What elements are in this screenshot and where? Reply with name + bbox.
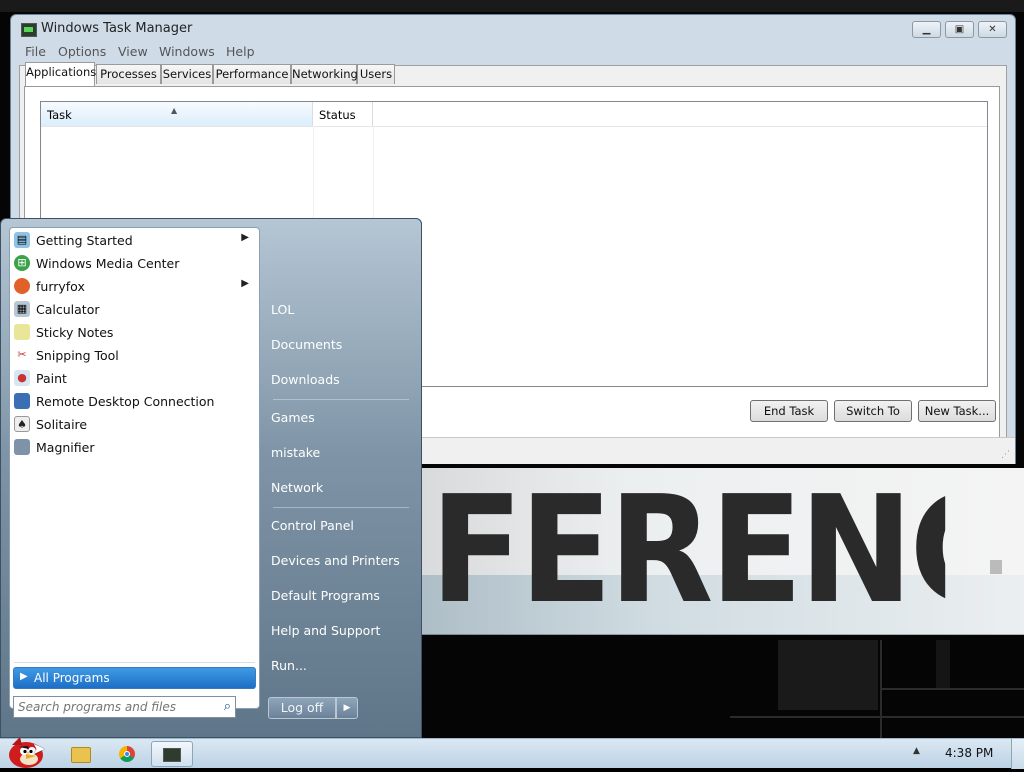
start-link-default-programs[interactable]: Default Programs	[271, 581, 411, 611]
paint-palette-icon: ●	[14, 370, 30, 386]
program-furryfox[interactable]: furryfox ▶	[10, 275, 259, 298]
media-center-icon: ⊞	[14, 255, 30, 271]
task-list-header: ▲ Task Status	[41, 102, 987, 127]
submenu-arrow-icon: ▶	[241, 278, 249, 289]
column-header-task[interactable]: ▲ Task	[41, 102, 313, 126]
program-paint[interactable]: ● Paint	[10, 367, 259, 390]
tab-networking[interactable]: Networking	[291, 64, 358, 84]
tab-users[interactable]: Users	[357, 64, 395, 84]
divider	[14, 662, 255, 663]
program-label: furryfox	[36, 279, 85, 294]
program-label: Magnifier	[36, 440, 95, 455]
submenu-arrow-icon: ▶	[241, 232, 249, 243]
start-menu-programs-pane: ▤ Getting Started ▶ ⊞ Windows Media Cent…	[9, 227, 260, 709]
taskbar: ▲ 4:38 PM	[0, 737, 1024, 769]
menu-bar: File Options View Windows Help	[11, 43, 1015, 63]
start-link-run[interactable]: Run...	[271, 651, 411, 681]
remote-desktop-icon	[14, 393, 30, 409]
log-off-button[interactable]: Log off	[268, 697, 336, 719]
start-menu: ▤ Getting Started ▶ ⊞ Windows Media Cent…	[0, 218, 422, 738]
mouse-cursor-icon: ➤	[32, 739, 46, 758]
resize-grip-icon[interactable]: ⋰	[1001, 450, 1011, 460]
start-link-documents[interactable]: Documents	[271, 330, 411, 360]
maximize-button[interactable]: ▣	[945, 21, 974, 38]
start-link-mistake[interactable]: mistake	[271, 438, 411, 468]
scissors-icon: ✂	[17, 348, 27, 361]
program-label: Getting Started	[36, 233, 133, 248]
column-header-task-label: Task	[47, 108, 72, 122]
all-programs-button[interactable]: ▶ All Programs	[13, 667, 256, 689]
window-title: Windows Task Manager	[41, 21, 193, 36]
program-snipping-tool[interactable]: ✂ Snipping Tool	[10, 344, 259, 367]
program-getting-started[interactable]: ▤ Getting Started ▶	[10, 229, 259, 252]
program-solitaire[interactable]: ♠ Solitaire	[10, 413, 259, 436]
divider	[273, 507, 409, 508]
start-link-downloads[interactable]: Downloads	[271, 365, 411, 395]
divider	[273, 399, 409, 400]
program-calculator[interactable]: ▦ Calculator	[10, 298, 259, 321]
sticky-notes-icon	[14, 324, 30, 340]
menu-help[interactable]: Help	[226, 44, 255, 59]
firefox-icon	[14, 278, 30, 294]
show-hidden-icons-icon[interactable]: ▲	[913, 746, 920, 756]
search-box[interactable]: ⌕	[13, 696, 236, 718]
task-manager-titlebar[interactable]: Windows Task Manager ▁ ▣ ✕	[11, 15, 1015, 43]
column-header-status-label: Status	[319, 108, 356, 122]
magnifier-icon	[14, 439, 30, 455]
program-label: Remote Desktop Connection	[36, 394, 215, 409]
column-header-status[interactable]: Status	[313, 102, 373, 126]
minimize-button[interactable]: ▁	[912, 21, 941, 38]
program-label: Calculator	[36, 302, 100, 317]
taskbar-task-manager-button[interactable]	[151, 741, 193, 767]
taskbar-chrome-button[interactable]	[106, 741, 148, 767]
tab-applications[interactable]: Applications	[25, 62, 96, 86]
tab-services[interactable]: Services	[161, 64, 213, 84]
start-link-lol[interactable]: LOL	[271, 295, 411, 325]
menu-options[interactable]: Options	[58, 44, 106, 59]
tab-processes[interactable]: Processes	[96, 64, 161, 84]
program-remote-desktop[interactable]: Remote Desktop Connection	[10, 390, 259, 413]
program-sticky-notes[interactable]: Sticky Notes	[10, 321, 259, 344]
start-link-help-support[interactable]: Help and Support	[271, 616, 411, 646]
show-desktop-button[interactable]	[1011, 739, 1024, 769]
start-link-devices-printers[interactable]: Devices and Printers	[271, 546, 411, 576]
new-task-button[interactable]: New Task...	[918, 400, 996, 422]
start-link-control-panel[interactable]: Control Panel	[271, 511, 411, 541]
search-icon[interactable]: ⌕	[224, 699, 231, 714]
start-link-network[interactable]: Network	[271, 473, 411, 503]
program-label: Paint	[36, 371, 67, 386]
shutdown-options-arrow-icon[interactable]: ▶	[336, 697, 358, 719]
close-button[interactable]: ✕	[978, 21, 1007, 38]
explorer-folder-icon	[71, 747, 91, 763]
cards-icon: ♠	[14, 416, 30, 432]
all-programs-label: All Programs	[34, 671, 110, 685]
calculator-icon: ▦	[14, 301, 30, 317]
task-manager-icon	[21, 23, 37, 37]
task-manager-icon	[163, 748, 181, 762]
menu-windows[interactable]: Windows	[159, 44, 215, 59]
end-task-button[interactable]: End Task	[750, 400, 828, 422]
getting-started-icon: ▤	[14, 232, 30, 248]
search-input[interactable]	[18, 698, 206, 716]
tab-performance[interactable]: Performance	[213, 64, 291, 84]
program-label: Snipping Tool	[36, 348, 119, 363]
sort-ascending-icon: ▲	[171, 106, 178, 115]
taskbar-explorer-button[interactable]	[60, 741, 102, 767]
menu-file[interactable]: File	[25, 44, 46, 59]
switch-to-button[interactable]: Switch To	[834, 400, 912, 422]
program-label: Sticky Notes	[36, 325, 114, 340]
program-label: Windows Media Center	[36, 256, 180, 271]
wallpaper-text: FERENCE	[430, 470, 945, 630]
menu-view[interactable]: View	[118, 44, 148, 59]
clock[interactable]: 4:38 PM	[945, 746, 993, 760]
program-magnifier[interactable]: Magnifier	[10, 436, 259, 459]
expand-arrow-icon: ▶	[20, 671, 28, 682]
start-link-games[interactable]: Games	[271, 403, 411, 433]
program-windows-media-center[interactable]: ⊞ Windows Media Center	[10, 252, 259, 275]
program-label: Solitaire	[36, 417, 88, 432]
chrome-icon	[119, 746, 135, 762]
wallpaper-top-strip	[0, 0, 1024, 12]
